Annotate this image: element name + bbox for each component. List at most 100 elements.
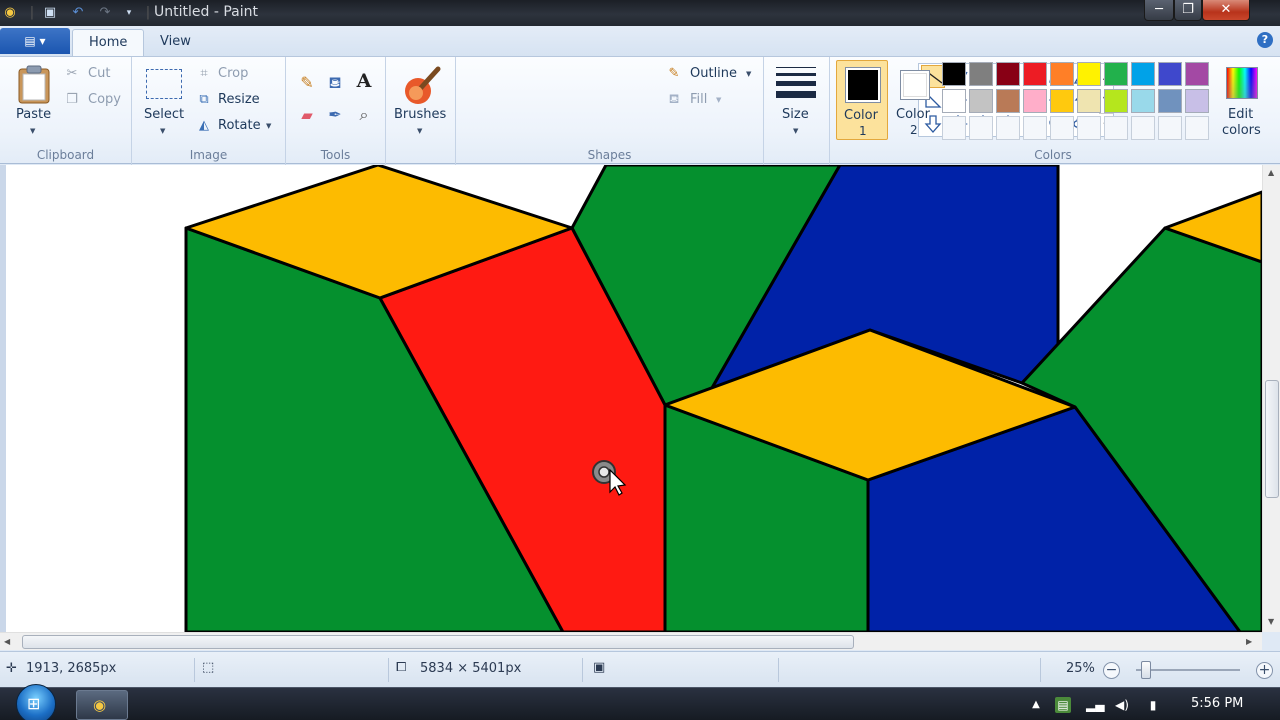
eraser-icon[interactable]: ▰ — [296, 107, 318, 129]
scroll-right-icon[interactable]: ▶ — [1246, 637, 1252, 646]
palette-swatch-empty[interactable] — [1158, 116, 1182, 140]
fill-dropdown-icon: ▼ — [716, 96, 722, 104]
palette-swatch-empty[interactable] — [1023, 116, 1047, 140]
taskbar-paint-button[interactable]: ◉ — [76, 690, 128, 720]
tray-show-hidden-icon[interactable]: ▲ — [1028, 697, 1044, 713]
palette-swatch[interactable] — [969, 62, 993, 86]
scissors-icon: ✂ — [66, 66, 78, 81]
cut-button: ✂ Cut — [64, 65, 124, 85]
palette-swatch-empty[interactable] — [1077, 116, 1101, 140]
copy-button: ❐ Copy — [64, 91, 124, 111]
save-icon[interactable]: ▣ — [42, 5, 58, 21]
battery-icon[interactable]: ▮ — [1145, 697, 1161, 713]
palette-swatch-empty[interactable] — [1131, 116, 1155, 140]
image-size: 5834 × 5401px — [420, 661, 522, 676]
select-label: Select — [144, 107, 185, 122]
tab-home[interactable]: Home — [72, 29, 145, 56]
palette-swatch-empty[interactable] — [1104, 116, 1128, 140]
edit-colors-label: Edit — [1228, 107, 1254, 122]
palette-swatch-empty[interactable] — [1050, 116, 1074, 140]
zoom-in-button[interactable]: + — [1256, 662, 1273, 679]
palette-swatch[interactable] — [1050, 62, 1074, 86]
palette-swatch[interactable] — [942, 62, 966, 86]
palette-swatch[interactable] — [1185, 62, 1209, 86]
copy-icon: ❐ — [66, 92, 78, 107]
palette-swatch-empty[interactable] — [942, 116, 966, 140]
color2-button[interactable]: Color 2 — [892, 60, 942, 140]
palette-swatch[interactable] — [1023, 89, 1047, 113]
rotate-button[interactable]: ◭ Rotate ▼ — [196, 117, 280, 137]
palette-swatch[interactable] — [1077, 62, 1101, 86]
palette-swatch[interactable] — [969, 89, 993, 113]
palette-swatch[interactable] — [1131, 89, 1155, 113]
palette-swatch[interactable] — [996, 62, 1020, 86]
outline-button[interactable]: ✎ Outline ▼ — [666, 65, 756, 85]
minimize-button[interactable]: ─ — [1144, 0, 1174, 21]
cursor-position: 1913, 2685px — [26, 661, 117, 676]
zoom-slider-thumb[interactable] — [1141, 661, 1151, 679]
paint-menu-button[interactable]: ▤ ▾ — [0, 28, 70, 54]
text-tool-icon[interactable]: A — [353, 72, 375, 95]
vertical-scrollbar[interactable]: ▲ ▼ — [1262, 165, 1280, 632]
brush-icon — [405, 66, 441, 104]
close-button[interactable]: ✕ — [1202, 0, 1250, 21]
brushes-button[interactable]: Brushes ▼ — [392, 61, 450, 139]
scroll-up-icon[interactable]: ▲ — [1268, 168, 1274, 177]
size-button[interactable]: Size ▼ — [770, 61, 824, 139]
palette-swatch[interactable] — [1023, 62, 1047, 86]
palette-swatch[interactable] — [1158, 89, 1182, 113]
palette-swatch-empty[interactable] — [1185, 116, 1209, 140]
title-bar: ◉ | ▣ ↶ ↷ ▾ | Untitled - Paint ─ ❐ ✕ — [0, 0, 1280, 26]
palette-swatch[interactable] — [1104, 89, 1128, 113]
shapes-group-label: Shapes — [587, 148, 632, 162]
pencil-icon[interactable]: ✎ — [296, 75, 318, 97]
palette-swatch[interactable] — [1077, 89, 1101, 113]
undo-icon[interactable]: ↶ — [70, 5, 86, 21]
zoom-slider-track[interactable] — [1136, 669, 1240, 671]
palette-swatch[interactable] — [1104, 62, 1128, 86]
palette-swatch[interactable] — [1131, 62, 1155, 86]
redo-icon[interactable]: ↷ — [97, 5, 113, 21]
color-picker-icon[interactable]: ✒ — [324, 107, 346, 129]
scroll-down-icon[interactable]: ▼ — [1268, 617, 1274, 626]
vertical-scroll-thumb[interactable] — [1265, 380, 1279, 498]
canvas-workspace[interactable] — [0, 165, 1262, 632]
volume-icon[interactable]: ◀) — [1114, 697, 1130, 713]
paint-app-icon[interactable]: ◉ — [2, 5, 18, 21]
color1-button[interactable]: Color 1 — [836, 60, 888, 140]
scroll-left-icon[interactable]: ◀ — [4, 637, 10, 646]
ribbon-tab-row: ▤ ▾ Home View ? — [0, 26, 1280, 56]
copy-label: Copy — [88, 92, 121, 107]
crop-button: ⌗ Crop — [196, 65, 276, 85]
palette-swatch[interactable] — [1050, 89, 1074, 113]
horizontal-scroll-thumb[interactable] — [22, 635, 854, 649]
palette-swatch[interactable] — [942, 89, 966, 113]
maximize-button[interactable]: ❐ — [1174, 0, 1202, 21]
network-signal-icon[interactable]: ▂▄ — [1086, 697, 1104, 713]
tray-app-icon[interactable]: ▤ — [1055, 697, 1071, 713]
drawing-canvas[interactable] — [0, 165, 1262, 632]
palette-swatch[interactable] — [1185, 89, 1209, 113]
paint-taskbar-icon: ◉ — [93, 696, 107, 714]
palette-swatch-empty[interactable] — [996, 116, 1020, 140]
taskbar-clock[interactable]: 5:56 PM — [1191, 696, 1243, 711]
palette-swatch-empty[interactable] — [969, 116, 993, 140]
help-icon[interactable]: ? — [1257, 32, 1273, 48]
brushes-group: Brushes ▼ — [386, 57, 456, 165]
outline-label: Outline — [690, 66, 738, 81]
magnifier-icon[interactable]: ⌕ — [353, 107, 375, 129]
palette-swatch[interactable] — [996, 89, 1020, 113]
edit-colors-button[interactable]: Edit colors — [1218, 61, 1268, 141]
select-button[interactable]: Select ▼ — [140, 61, 190, 139]
paste-button[interactable]: Paste ▼ — [10, 61, 58, 139]
resize-button[interactable]: ⧉ Resize — [196, 91, 276, 111]
zoom-out-button[interactable]: − — [1103, 662, 1120, 679]
horizontal-scrollbar[interactable]: ◀ ▶ — [0, 632, 1262, 650]
start-button[interactable]: ⊞ — [16, 684, 56, 720]
fill-button: ⛾ Fill ▼ — [666, 91, 756, 111]
color1-number: 1 — [859, 124, 867, 138]
fill-bucket-icon[interactable]: ⛾ — [324, 75, 346, 97]
palette-swatch[interactable] — [1158, 62, 1182, 86]
tab-view[interactable]: View — [144, 29, 207, 56]
customize-icon[interactable]: ▾ — [121, 5, 137, 21]
